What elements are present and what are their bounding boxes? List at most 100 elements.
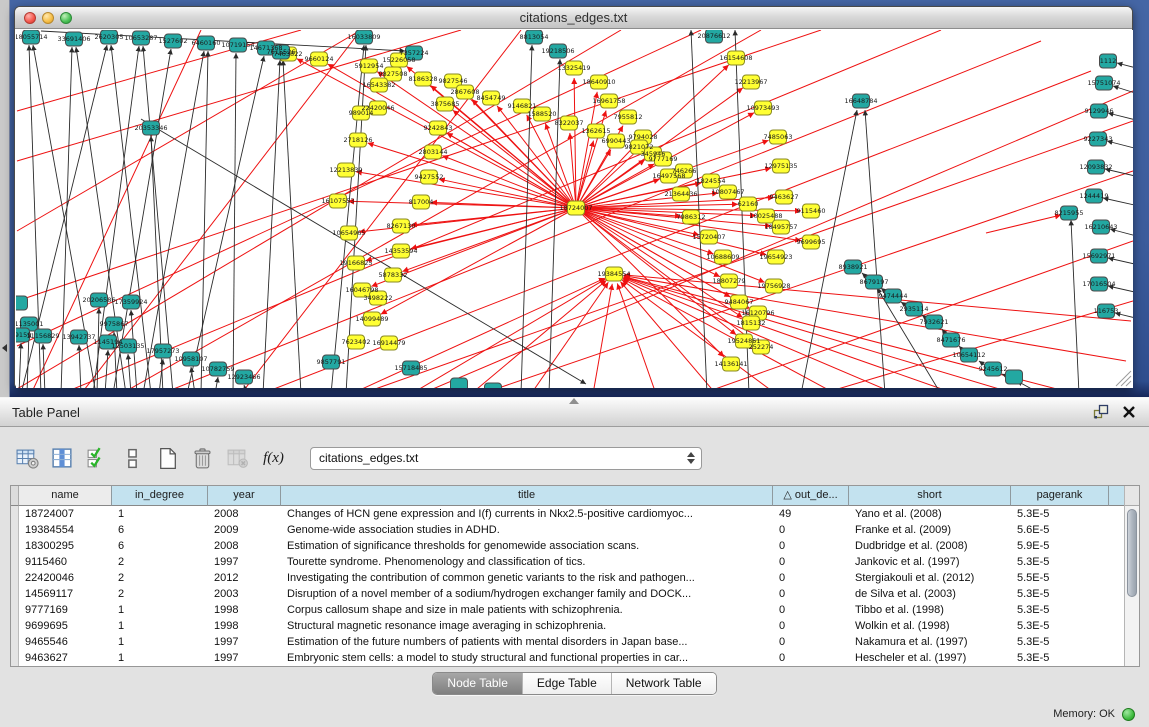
network-node[interactable]	[16, 296, 28, 310]
table-cell[interactable]: Corpus callosum shape and size in male p…	[281, 602, 773, 618]
table-cell[interactable]: 5.3E-5	[1011, 618, 1109, 634]
table-cell[interactable]: Jankovic et al. (1997)	[849, 554, 1011, 570]
panel-collapse-arrow-icon[interactable]	[2, 344, 7, 352]
window-titlebar[interactable]: citations_edges.txt	[15, 7, 1132, 29]
table-row[interactable]: 969969511998Structural magnetic resonanc…	[11, 618, 1124, 634]
table-cell[interactable]: 0	[773, 554, 849, 570]
table-cell[interactable]: 0	[773, 570, 849, 586]
function-builder-icon[interactable]: f(x)	[259, 445, 286, 472]
network-node[interactable]	[485, 383, 502, 388]
table-cell[interactable]: Estimation of the future numbers of pati…	[281, 634, 773, 650]
table-cell[interactable]: Dudbridge et al. (2008)	[849, 538, 1011, 554]
table-cell[interactable]: 2	[112, 570, 208, 586]
table-cell[interactable]: 9777169	[19, 602, 112, 618]
table-cell[interactable]: 1	[112, 634, 208, 650]
table-cell[interactable]: 1998	[208, 618, 281, 634]
table-cell[interactable]: 9115460	[19, 554, 112, 570]
table-cell[interactable]: Investigating the contribution of common…	[281, 570, 773, 586]
table-cell[interactable]: Nakamura et al. (1997)	[849, 634, 1011, 650]
table-cell[interactable]: 1998	[208, 602, 281, 618]
table-cell[interactable]: 2	[112, 586, 208, 602]
table-cell[interactable]: 9463627	[19, 650, 112, 666]
zoom-window-button[interactable]	[60, 12, 72, 24]
table-cell[interactable]: 1	[112, 602, 208, 618]
table-cell[interactable]: 1	[112, 650, 208, 666]
table-cell[interactable]: 18300295	[19, 538, 112, 554]
table-cell[interactable]: 5.3E-5	[1011, 650, 1109, 666]
table-cell[interactable]: 18724007	[19, 506, 112, 522]
table-cell[interactable]: Stergiakouli et al. (2012)	[849, 570, 1011, 586]
panel-divider-handle-icon[interactable]	[569, 398, 579, 404]
table-cell[interactable]: Yano et al. (2008)	[849, 506, 1011, 522]
tab-edge-table[interactable]: Edge Table	[523, 673, 612, 694]
table-row[interactable]: 977716911998Corpus callosum shape and si…	[11, 602, 1124, 618]
table-cell[interactable]: 14569117	[19, 586, 112, 602]
table-cell[interactable]: 0	[773, 522, 849, 538]
table-cell[interactable]: 6	[112, 522, 208, 538]
table-cell[interactable]: 2008	[208, 506, 281, 522]
table-row[interactable]: 1872400712008Changes of HCN gene express…	[11, 506, 1124, 522]
table-row[interactable]: 2242004622012Investigating the contribut…	[11, 570, 1124, 586]
table-cell[interactable]: 0	[773, 586, 849, 602]
table-cell[interactable]: 1997	[208, 554, 281, 570]
tab-node-table[interactable]: Node Table	[433, 673, 523, 694]
table-cell[interactable]: Disruption of a novel member of a sodium…	[281, 586, 773, 602]
table-cell[interactable]: 0	[773, 602, 849, 618]
table-cell[interactable]: 2009	[208, 522, 281, 538]
table-row[interactable]: 1456911722003Disruption of a novel membe…	[11, 586, 1124, 602]
row-height-icon[interactable]	[119, 445, 146, 472]
show-column-icon[interactable]	[49, 445, 76, 472]
table-cell[interactable]: Franke et al. (2009)	[849, 522, 1011, 538]
scrollbar-thumb[interactable]	[1127, 509, 1137, 597]
table-cell[interactable]: 5.3E-5	[1011, 586, 1109, 602]
table-cell[interactable]: 5.6E-5	[1011, 522, 1109, 538]
table-cell[interactable]: 49	[773, 506, 849, 522]
table-cell[interactable]: 6	[112, 538, 208, 554]
column-header-year[interactable]: year	[208, 486, 281, 506]
table-cell[interactable]: Genome-wide association studies in ADHD.	[281, 522, 773, 538]
table-cell[interactable]: 22420046	[19, 570, 112, 586]
table-cell[interactable]: 5.5E-5	[1011, 570, 1109, 586]
delete-table-icon[interactable]	[189, 445, 216, 472]
table-cell[interactable]: 19384554	[19, 522, 112, 538]
float-panel-icon[interactable]	[1093, 404, 1109, 420]
table-cell[interactable]: 5.3E-5	[1011, 554, 1109, 570]
minimize-window-button[interactable]	[42, 12, 54, 24]
table-cell[interactable]: 2008	[208, 538, 281, 554]
table-cell[interactable]: 1	[112, 506, 208, 522]
table-cell[interactable]: 0	[773, 538, 849, 554]
table-cell[interactable]: Changes of HCN gene expression and I(f) …	[281, 506, 773, 522]
select-columns-icon[interactable]	[84, 445, 111, 472]
table-cell[interactable]: de Silva et al. (2003)	[849, 586, 1011, 602]
table-row[interactable]: 1938455462009Genome-wide association stu…	[11, 522, 1124, 538]
tab-network-table[interactable]: Network Table	[612, 673, 716, 694]
table-cell[interactable]: 0	[773, 650, 849, 666]
table-cell[interactable]: 5.9E-5	[1011, 538, 1109, 554]
table-mode-icon[interactable]	[14, 445, 41, 472]
column-header-title[interactable]: title	[281, 486, 773, 506]
close-panel-icon[interactable]	[1121, 404, 1137, 420]
table-cell[interactable]: Tourette syndrome. Phenomenology and cla…	[281, 554, 773, 570]
column-header-out_de[interactable]: △ out_de...	[773, 486, 849, 506]
column-header-name[interactable]: name	[19, 486, 112, 506]
table-cell[interactable]: 0	[773, 634, 849, 650]
table-select-dropdown[interactable]: citations_edges.txt	[310, 447, 702, 470]
column-header-short[interactable]: short	[849, 486, 1011, 506]
column-header-in_degree[interactable]: in_degree	[112, 486, 208, 506]
table-cell[interactable]: 2012	[208, 570, 281, 586]
network-canvas[interactable]: 1872400796601245912954152260589827508818…	[16, 30, 1133, 388]
table-cell[interactable]: Structural magnetic resonance image aver…	[281, 618, 773, 634]
table-cell[interactable]: 0	[773, 618, 849, 634]
table-cell[interactable]: Embryonic stem cells: a model to study s…	[281, 650, 773, 666]
column-header-pagerank[interactable]: pagerank	[1011, 486, 1109, 506]
memory-status-indicator[interactable]	[1122, 708, 1135, 721]
new-table-icon[interactable]	[154, 445, 181, 472]
table-cell[interactable]: 1997	[208, 634, 281, 650]
table-cell[interactable]: Wolkin et al. (1998)	[849, 618, 1011, 634]
window-resize-grip[interactable]	[1116, 371, 1131, 386]
network-node[interactable]	[451, 378, 468, 388]
table-cell[interactable]: 1	[112, 618, 208, 634]
table-cell[interactable]: 5.3E-5	[1011, 634, 1109, 650]
table-cell[interactable]: 2003	[208, 586, 281, 602]
table-cell[interactable]: 2	[112, 554, 208, 570]
